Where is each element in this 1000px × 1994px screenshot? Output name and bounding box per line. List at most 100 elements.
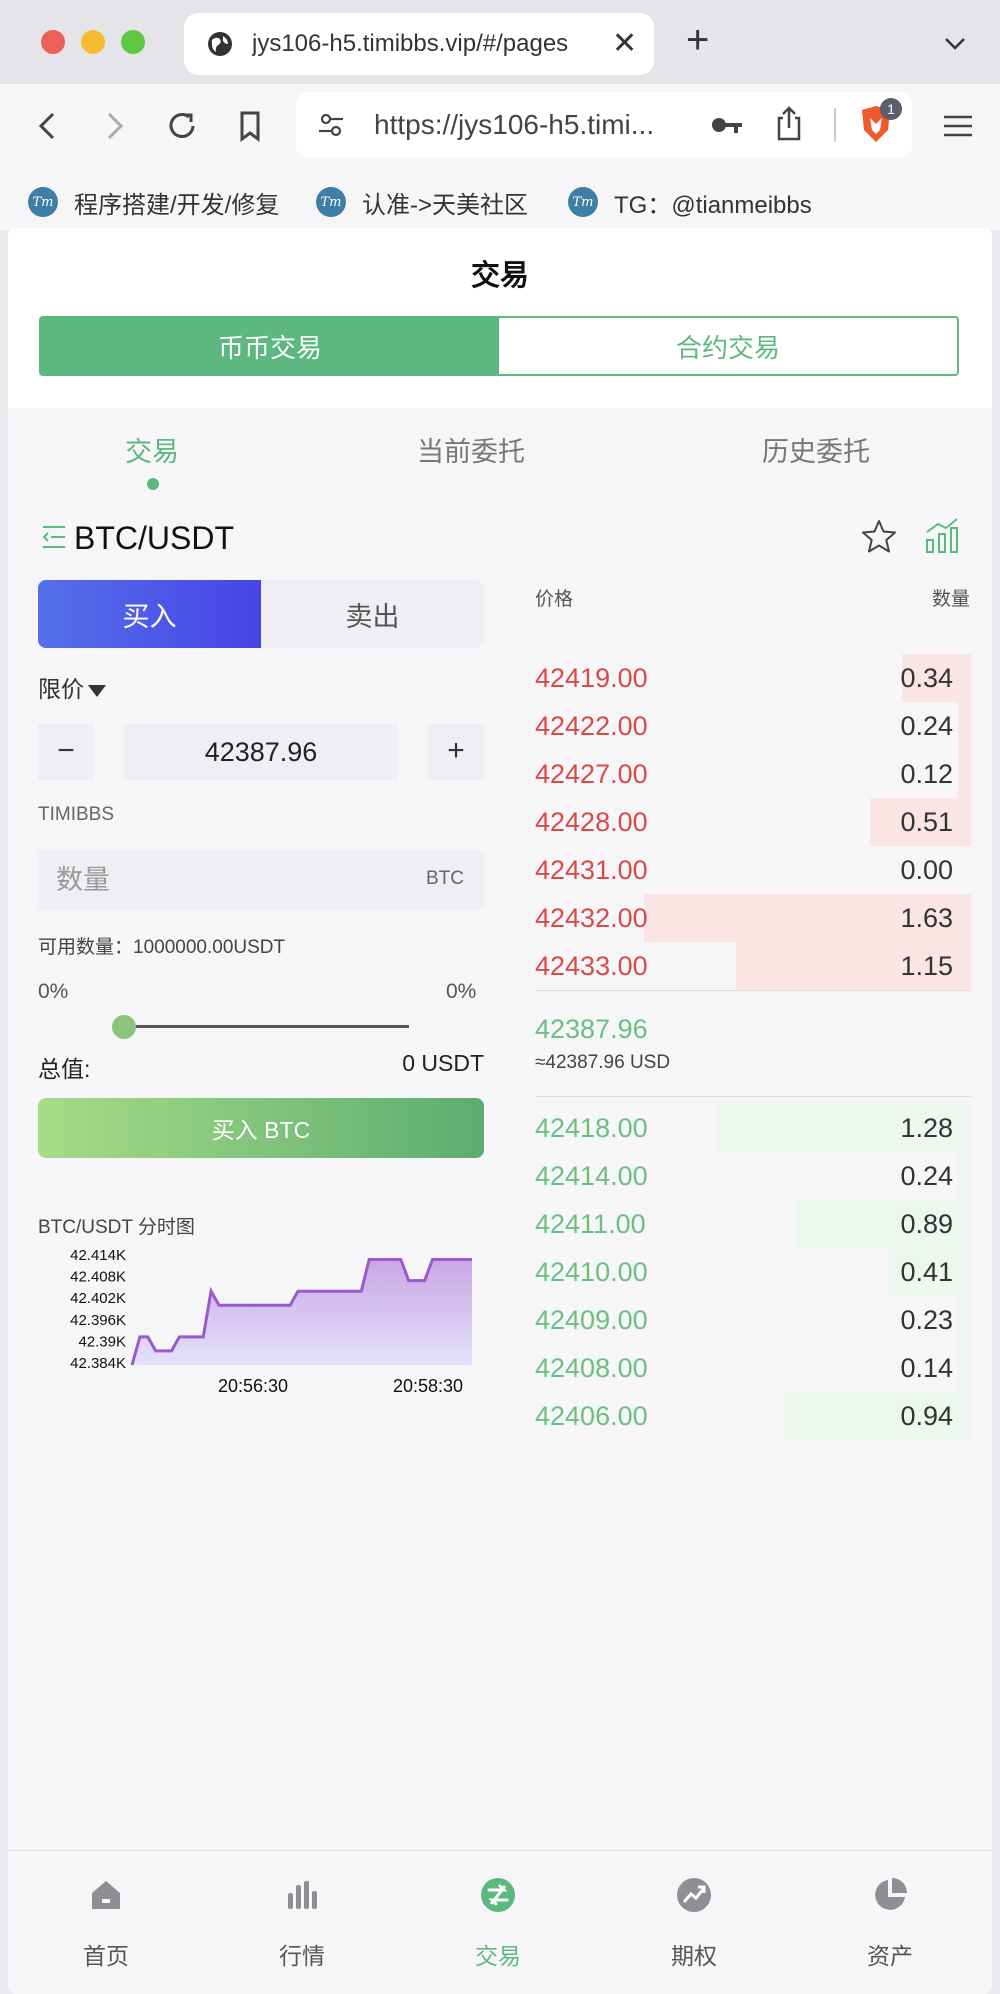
chevron-down-icon[interactable]	[940, 28, 970, 58]
pair-list-icon[interactable]	[41, 522, 67, 552]
order-price: 42432.00	[535, 903, 648, 933]
bid-row[interactable]: 42408.00 0.14	[535, 1344, 971, 1392]
order-qty: 0.12	[900, 759, 953, 789]
quantity-field[interactable]: BTC	[38, 850, 484, 910]
buy-tab[interactable]: 买入	[38, 580, 261, 648]
y-tick-label: 42.402K	[70, 1290, 126, 1307]
y-tick-label: 42.39K	[78, 1333, 126, 1350]
orderbook-divider	[535, 1096, 971, 1097]
bottom-nav: 首页 行情 交易 期权 资产	[8, 1850, 992, 1994]
back-icon[interactable]	[28, 106, 68, 146]
order-qty: 0.23	[900, 1305, 953, 1335]
order-price: 42409.00	[535, 1305, 648, 1335]
close-window-button[interactable]	[41, 30, 65, 54]
nav-label: 行情	[279, 1943, 325, 1969]
key-icon[interactable]	[710, 110, 744, 140]
ask-row[interactable]: 42432.00 1.63	[535, 894, 971, 942]
subtab-trade[interactable]: 交易	[125, 430, 179, 469]
mini-chart-title: BTC/USDT 分时图	[38, 1217, 195, 1238]
available-balance: 可用数量：1000000.00USDT	[38, 937, 286, 958]
nav-trade[interactable]: 交易	[400, 1851, 596, 1994]
price-increase-button[interactable]: +	[428, 724, 484, 780]
tab-spot-trading[interactable]: 币币交易	[41, 318, 499, 374]
bookmark-item[interactable]: Tm TG：@tianmeibbs	[568, 182, 812, 222]
orderbook-price-header: 价格	[535, 589, 574, 610]
tab-contract-trading[interactable]: 合约交易	[499, 318, 957, 374]
bid-row[interactable]: 42409.00 0.23	[535, 1296, 971, 1344]
options-icon	[677, 1878, 711, 1912]
nav-options[interactable]: 期权	[596, 1851, 792, 1994]
ask-row[interactable]: 42419.00 0.34	[535, 654, 971, 702]
order-qty: 1.63	[900, 903, 953, 933]
bookmark-icon[interactable]	[230, 106, 270, 146]
order-qty: 1.15	[900, 951, 953, 981]
total-value: 0 USDT	[402, 1050, 484, 1076]
bid-row[interactable]: 42418.00 1.28	[535, 1104, 971, 1152]
percent-right: 0%	[446, 980, 477, 1003]
tm-logo-icon: Tm	[568, 187, 598, 217]
subtab-order-history[interactable]: 历史委托	[762, 430, 870, 469]
caret-down-icon	[88, 684, 106, 697]
url-text[interactable]: https://jys106-h5.timi...	[374, 109, 654, 141]
order-qty: 0.34	[900, 663, 953, 693]
buy-sell-switch: 买入 卖出	[38, 580, 484, 648]
minimize-window-button[interactable]	[81, 30, 105, 54]
pair-name[interactable]: BTC/USDT	[74, 520, 234, 557]
sell-tab[interactable]: 卖出	[261, 580, 484, 648]
order-qty: 0.94	[900, 1401, 953, 1431]
new-tab-button[interactable]: +	[686, 20, 709, 60]
order-qty: 0.14	[900, 1353, 953, 1383]
order-type-select[interactable]: 限价	[38, 670, 106, 704]
address-bar[interactable]: https://jys106-h5.timi...	[296, 92, 912, 158]
nav-assets[interactable]: 资产	[792, 1851, 988, 1994]
share-icon[interactable]	[774, 104, 804, 142]
ask-row[interactable]: 42428.00 0.51	[535, 798, 971, 846]
quantity-input[interactable]	[56, 860, 356, 900]
y-tick-label: 42.396K	[70, 1312, 126, 1329]
app-page: 交易 币币交易 合约交易 交易 当前委托 历史委托 BTC/USDT 买入 卖出…	[8, 228, 992, 1994]
bookmark-label: TG：@tianmeibbs	[614, 191, 812, 219]
menu-icon[interactable]	[938, 106, 978, 146]
forward-icon[interactable]	[94, 106, 134, 146]
ask-row[interactable]: 42422.00 0.24	[535, 702, 971, 750]
site-settings-icon[interactable]	[316, 110, 346, 140]
nav-label: 交易	[475, 1943, 521, 1969]
nav-market[interactable]: 行情	[204, 1851, 400, 1994]
kline-chart-icon[interactable]	[924, 516, 960, 554]
bid-row[interactable]: 42406.00 0.94	[535, 1392, 971, 1440]
bid-row[interactable]: 42411.00 0.89	[535, 1200, 971, 1248]
orderbook-qty-header: 数量	[931, 589, 970, 610]
tm-logo-icon: Tm	[316, 187, 346, 217]
slider-handle[interactable]	[112, 1015, 136, 1039]
browser-toolbar: https://jys106-h5.timi... 1	[0, 84, 1000, 176]
browser-tab[interactable]: jys106-h5.timibbs.vip/#/pages ✕	[184, 13, 654, 75]
ask-row[interactable]: 42427.00 0.12	[535, 750, 971, 798]
percent-slider[interactable]	[124, 1025, 409, 1028]
bookmark-item[interactable]: Tm 程序搭建/开发/修复	[28, 182, 279, 222]
price-input[interactable]	[124, 724, 398, 780]
bid-row[interactable]: 42414.00 0.24	[535, 1152, 971, 1200]
sub-tabs: 交易 当前委托 历史委托	[8, 408, 992, 500]
ask-row[interactable]: 42431.00 0.00	[535, 846, 971, 894]
price-decrease-button[interactable]: −	[38, 724, 94, 780]
order-price: 42408.00	[535, 1353, 648, 1383]
close-tab-icon[interactable]: ✕	[612, 26, 637, 61]
nav-home[interactable]: 首页	[8, 1851, 204, 1994]
order-qty: 0.24	[900, 711, 953, 741]
buy-btc-button[interactable]: 买入 BTC	[38, 1098, 484, 1158]
ask-row[interactable]: 42433.00 1.15	[535, 942, 971, 990]
x-tick-label: 20:56:30	[218, 1376, 288, 1396]
percent-left: 0%	[38, 980, 69, 1003]
brand-label: TIMIBBS	[38, 804, 115, 825]
browser-tab-bar: jys106-h5.timibbs.vip/#/pages ✕ +	[0, 0, 1000, 84]
bid-row[interactable]: 42410.00 0.41	[535, 1248, 971, 1296]
maximize-window-button[interactable]	[121, 30, 145, 54]
order-price: 42433.00	[535, 951, 648, 981]
bookmark-item[interactable]: Tm 认准->天美社区	[316, 182, 528, 222]
star-icon[interactable]	[860, 518, 898, 556]
order-price: 42418.00	[535, 1113, 648, 1143]
order-price: 42427.00	[535, 759, 648, 789]
reload-icon[interactable]	[162, 106, 202, 146]
order-qty: 0.41	[900, 1257, 953, 1287]
subtab-current-orders[interactable]: 当前委托	[417, 430, 525, 469]
